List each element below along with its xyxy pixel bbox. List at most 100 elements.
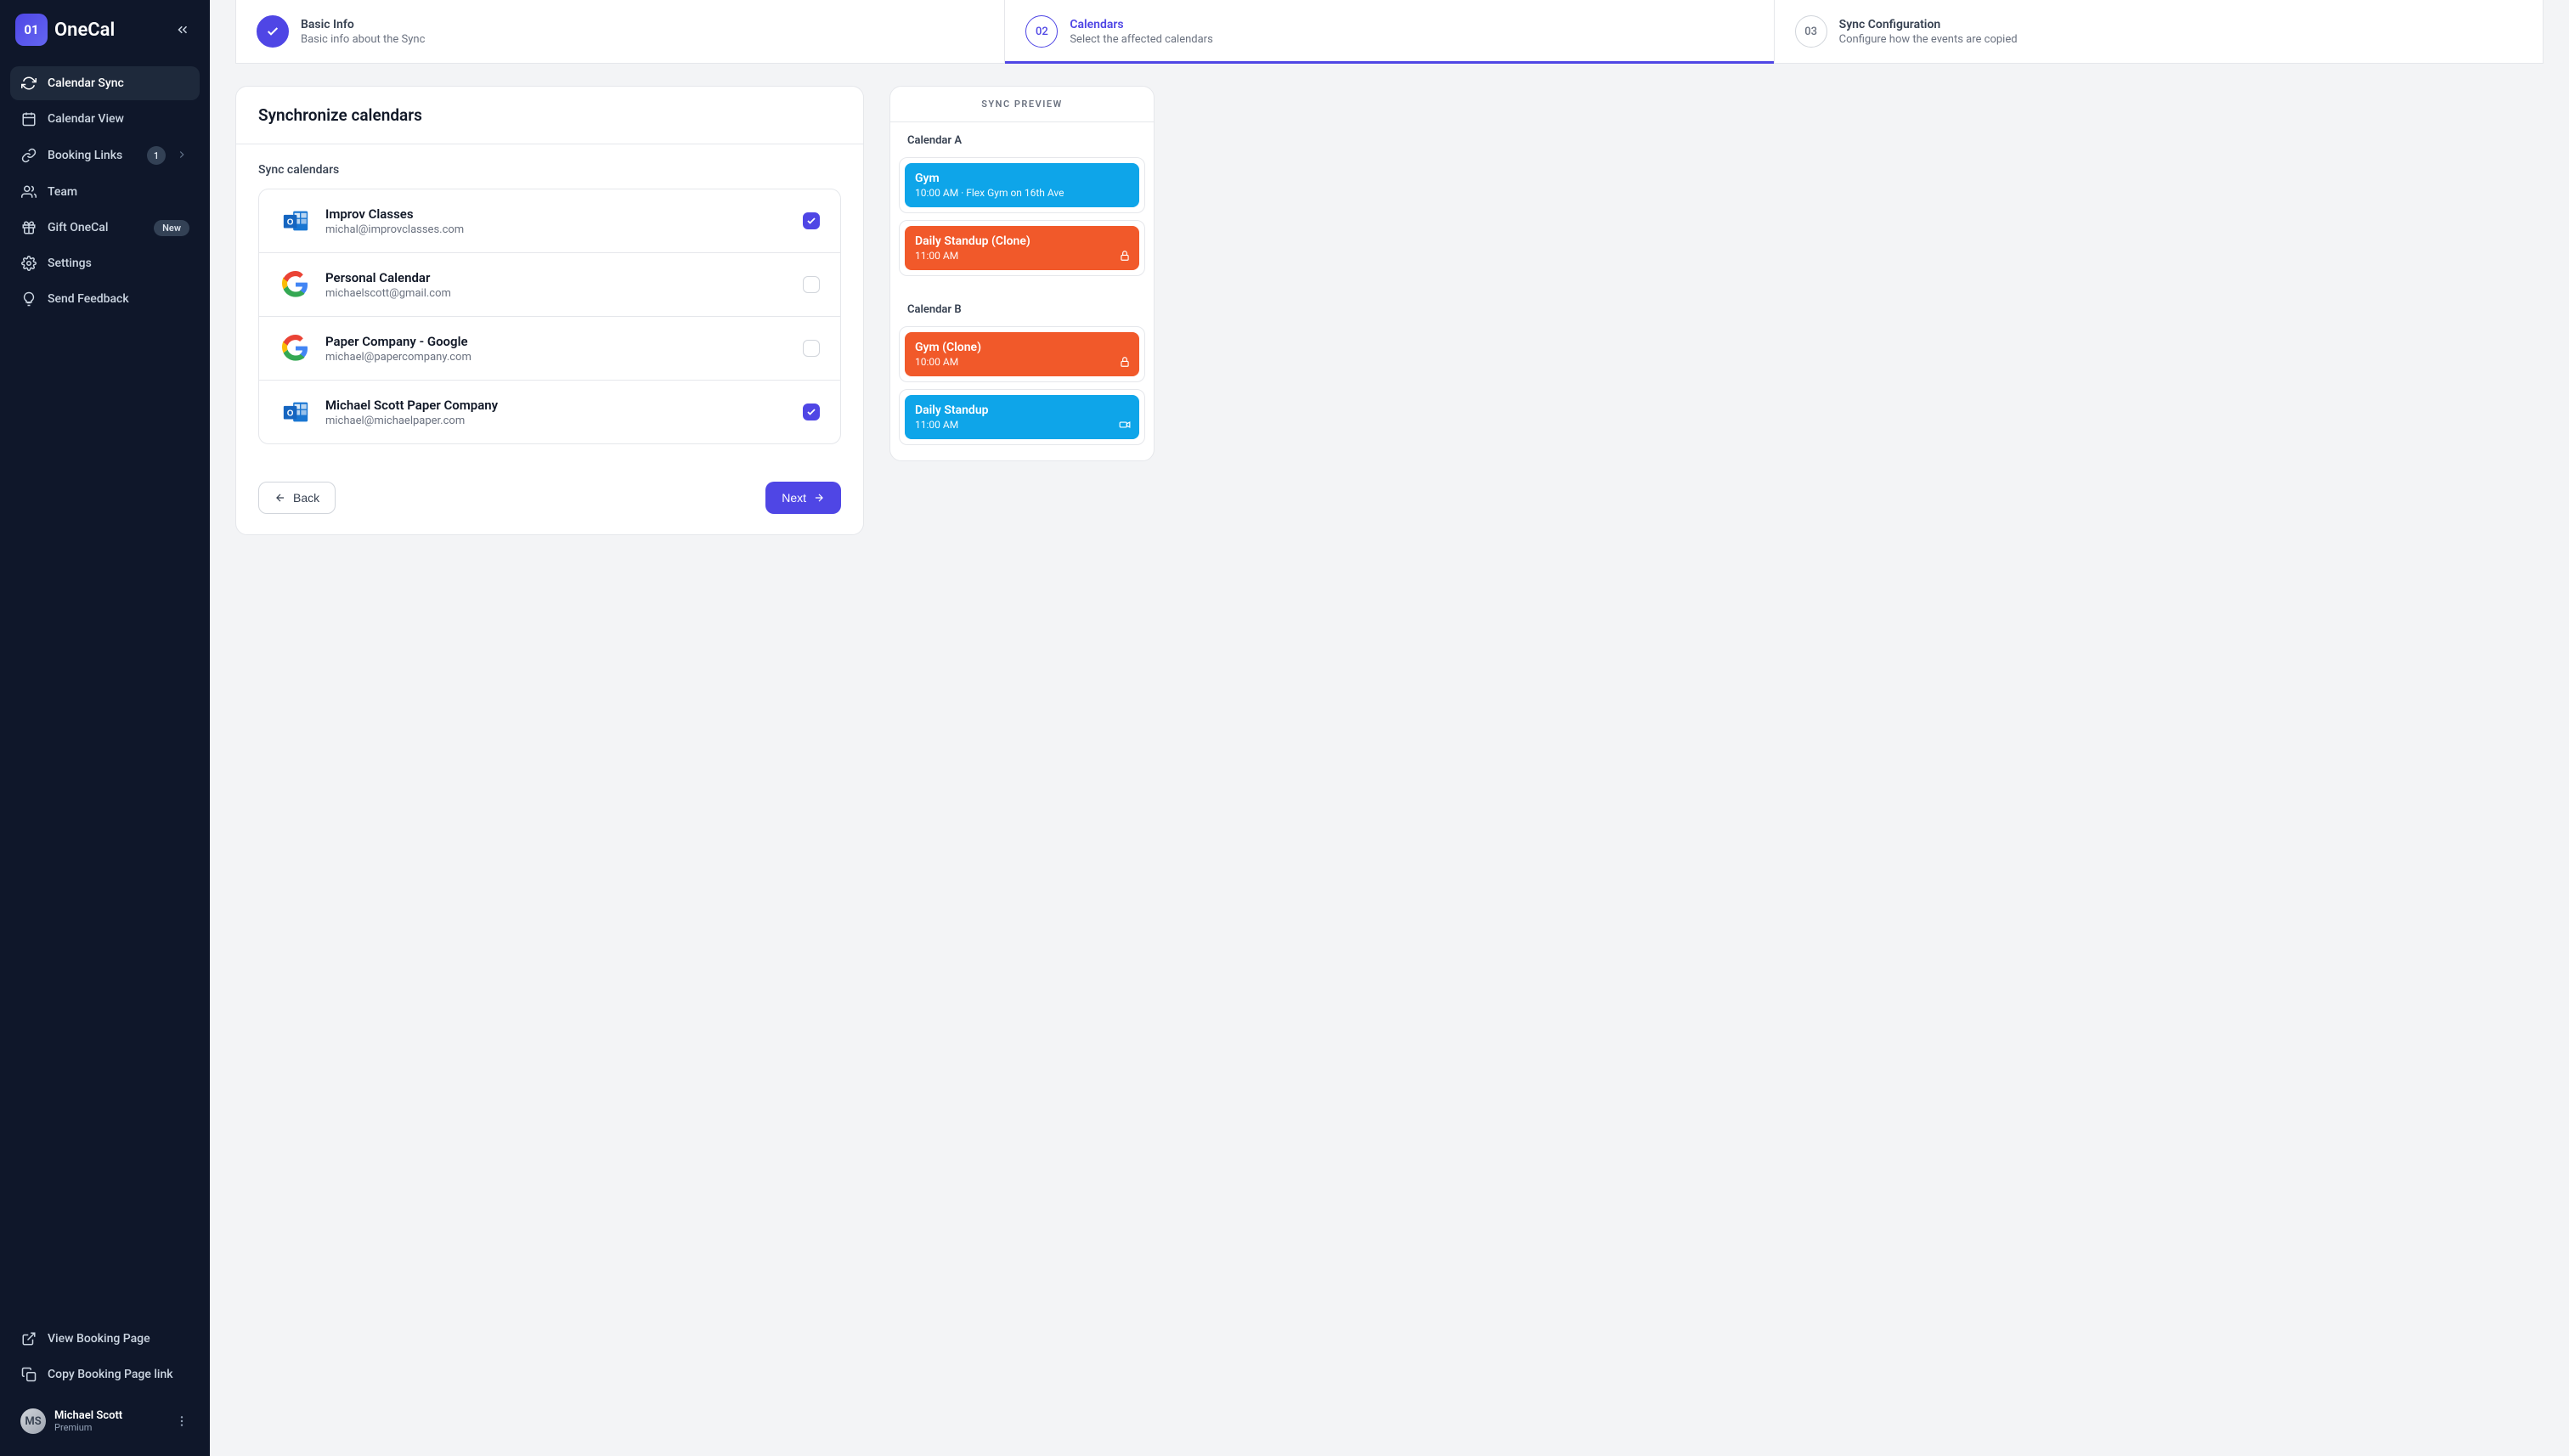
svg-text:O: O [287, 217, 294, 227]
calendar-name: Personal Calendar [325, 270, 451, 285]
nav-label: View Booking Page [48, 1332, 150, 1346]
nav-gift[interactable]: Gift OneCal New [10, 211, 200, 245]
nav-feedback[interactable]: Send Feedback [10, 282, 200, 316]
next-button[interactable]: Next [765, 482, 841, 514]
nav-team[interactable]: Team [10, 175, 200, 209]
team-icon [20, 183, 37, 200]
nav-label: Booking Links [48, 149, 122, 162]
preview-group: Gym 10:00 AM · Flex Gym on 16th Ave Daily … [890, 157, 1154, 291]
step-number: 03 [1795, 15, 1827, 48]
step-sub: Configure how the events are copied [1839, 33, 2018, 46]
calendar-email: michaelscott@gmail.com [325, 287, 451, 300]
calendar-name: Paper Company - Google [325, 334, 471, 349]
preview-group-label: Calendar B [890, 291, 1154, 326]
external-link-icon [20, 1330, 37, 1347]
nav-label: Send Feedback [48, 292, 129, 306]
event-meta: 10:00 AM · Flex Gym on 16th Ave [915, 187, 1129, 199]
calendar-name: Michael Scott Paper Company [325, 398, 498, 413]
sync-preview-card: SYNC PREVIEW Calendar A Gym 10:00 AM · Fle… [889, 86, 1155, 461]
step-basic-info[interactable]: Basic Info Basic info about the Sync [236, 0, 1005, 63]
outlook-icon: O [279, 205, 312, 237]
event-title: Gym (Clone) [915, 341, 1129, 354]
event: Daily Standup 11:00 AM [905, 395, 1139, 439]
event: Daily Standup (Clone) 11:00 AM [905, 226, 1139, 270]
main: Basic Info Basic info about the Sync 02 … [210, 0, 2569, 1456]
calendar-email: michael@michaelpaper.com [325, 415, 498, 427]
calendar-checkbox[interactable] [803, 212, 820, 229]
step-title: Sync Configuration [1839, 18, 2018, 31]
step-sync-config[interactable]: 03 Sync Configuration Configure how the … [1775, 0, 2543, 63]
event-container: Daily Standup (Clone) 11:00 AM [899, 220, 1145, 276]
event-meta: 11:00 AM [915, 419, 1129, 431]
nav-label: Calendar View [48, 112, 124, 126]
logo-mark: 01 [15, 14, 48, 46]
calendar-row[interactable]: OImprov Classesmichal@improvclasses.com [259, 189, 840, 253]
nav-copy-booking-link[interactable]: Copy Booking Page link [10, 1357, 200, 1391]
calendar-icon [20, 110, 37, 127]
event-container: Daily Standup 11:00 AM [899, 389, 1145, 445]
back-label: Back [293, 491, 319, 505]
sidebar-footer: View Booking Page Copy Booking Page link… [0, 1315, 210, 1456]
nav-calendar-sync[interactable]: Calendar Sync [10, 66, 200, 100]
sidebar: 01 OneCal Calendar Sync Calendar View Bo… [0, 0, 210, 1456]
next-label: Next [782, 491, 806, 505]
back-button[interactable]: Back [258, 482, 336, 514]
calendar-checkbox[interactable] [803, 404, 820, 420]
step-sub: Select the affected calendars [1070, 33, 1212, 46]
calendar-name: Improv Classes [325, 206, 464, 222]
logo[interactable]: 01 OneCal [15, 14, 115, 46]
google-icon [279, 332, 312, 364]
event-meta: 10:00 AM [915, 356, 1129, 368]
preview-group: Gym (Clone) 10:00 AM Daily Standup 11:00 AM [890, 326, 1154, 460]
calendar-checkbox[interactable] [803, 276, 820, 293]
profile-menu-button[interactable] [174, 1414, 189, 1429]
copy-icon [20, 1366, 37, 1383]
event: Gym 10:00 AM · Flex Gym on 16th Ave [905, 163, 1139, 207]
nav-label: Settings [48, 257, 92, 270]
profile-plan: Premium [54, 1422, 122, 1433]
preview-group-label: Calendar A [890, 122, 1154, 157]
calendar-row[interactable]: Personal Calendar michaelscott@gmail.com [259, 253, 840, 317]
nav-booking-links[interactable]: Booking Links 1 [10, 138, 200, 173]
sidebar-header: 01 OneCal [0, 0, 210, 59]
sync-calendars-card: Synchronize calendars Sync calendars O Im… [235, 86, 864, 535]
nav-label: Copy Booking Page link [48, 1368, 173, 1381]
avatar: MS [20, 1408, 46, 1434]
event-meta: 11:00 AM [915, 250, 1129, 262]
card-header: Synchronize calendars [236, 87, 863, 144]
calendar-checkbox[interactable] [803, 340, 820, 357]
sync-icon [20, 75, 37, 92]
page-title: Synchronize calendars [258, 105, 841, 125]
content: Synchronize calendars Sync calendars O Im… [210, 64, 2569, 557]
new-badge: New [154, 220, 189, 236]
event-container: Gym 10:00 AM · Flex Gym on 16th Ave [899, 157, 1145, 213]
chevron-right-icon [176, 149, 189, 162]
step-number: 02 [1025, 15, 1058, 48]
nav-label: Calendar Sync [48, 76, 124, 90]
arrow-right-icon [813, 492, 825, 504]
event-title: Daily Standup (Clone) [915, 234, 1129, 248]
event-title: Daily Standup [915, 404, 1129, 417]
event-title: Gym [915, 172, 1129, 185]
arrow-left-icon [274, 492, 286, 504]
event-container: Gym (Clone) 10:00 AM [899, 326, 1145, 382]
nav-calendar-view[interactable]: Calendar View [10, 102, 200, 136]
calendar-row[interactable]: Paper Company - Googlemichael@papercompa… [259, 317, 840, 381]
svg-text:O: O [287, 409, 294, 418]
profile[interactable]: MS Michael Scott Premium [10, 1400, 200, 1442]
nav-settings[interactable]: Settings [10, 246, 200, 280]
logo-text: OneCal [54, 20, 115, 41]
preview-header: SYNC PREVIEW [890, 87, 1154, 122]
step-sub: Basic info about the Sync [301, 33, 425, 46]
collapse-sidebar-button[interactable] [171, 18, 195, 42]
calendar-row[interactable]: O Michael Scott Paper Company michael@mich… [259, 381, 840, 443]
nav-label: Gift OneCal [48, 221, 108, 234]
section-label: Sync calendars [258, 163, 841, 177]
step-title: Calendars [1070, 18, 1212, 31]
step-title: Basic Info [301, 18, 425, 31]
event: Gym (Clone) 10:00 AM [905, 332, 1139, 376]
nav-view-booking-page[interactable]: View Booking Page [10, 1322, 200, 1356]
outlook-icon: O [279, 396, 312, 428]
step-calendars[interactable]: 02 Calendars Select the affected calenda… [1005, 0, 1774, 63]
gear-icon [20, 255, 37, 272]
